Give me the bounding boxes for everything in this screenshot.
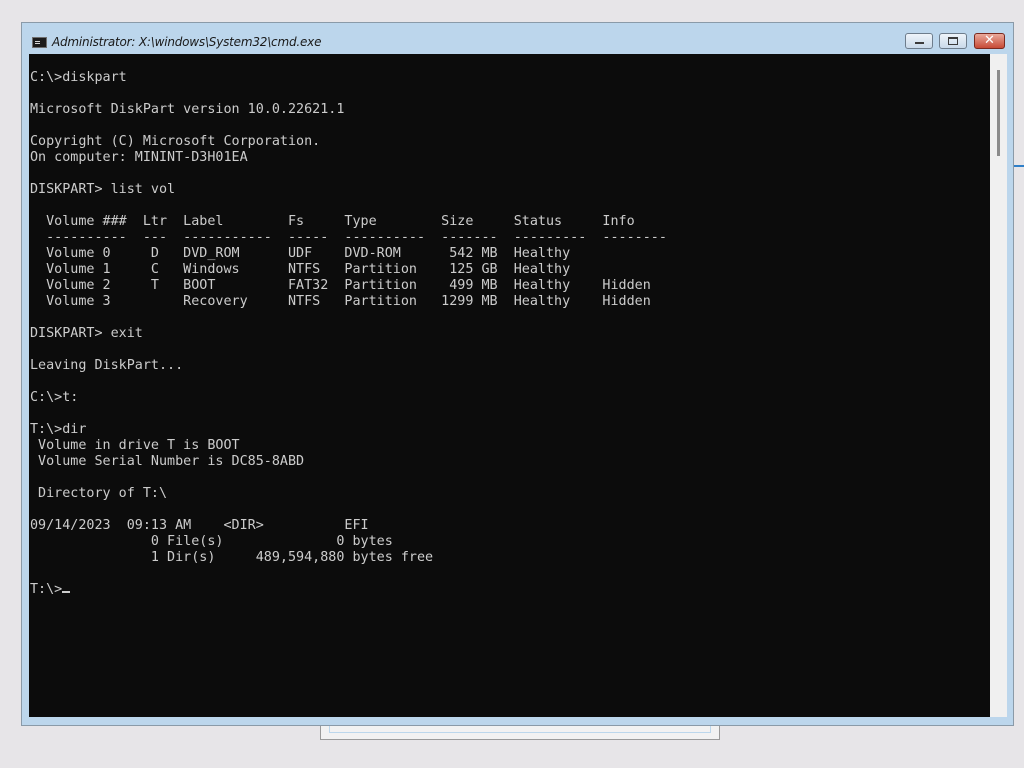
cmd-window: Administrator: X:\windows\System32\cmd.e… [21, 22, 1014, 726]
minimize-button[interactable] [905, 33, 933, 49]
console-line: Leaving DiskPart... [30, 358, 184, 373]
console-line: C:\>t: [30, 390, 79, 405]
console-line: On computer: MININT-D3H01EA [30, 150, 248, 165]
console-line: Volume in drive T is BOOT [30, 438, 240, 453]
title-bar[interactable]: Administrator: X:\windows\System32\cmd.e… [22, 23, 1013, 54]
console-line: Copyright (C) Microsoft Corporation. [30, 134, 321, 149]
console-icon[interactable] [32, 37, 47, 48]
console-line: 1 Dir(s) 489,594,880 bytes free [30, 550, 434, 565]
console-area[interactable]: C:\>diskpart Microsoft DiskPart version … [29, 54, 990, 717]
background-edge [1014, 165, 1024, 167]
console-line: 0 File(s) 0 bytes [30, 534, 393, 549]
close-button[interactable]: ✕ [974, 33, 1005, 49]
console-line: Volume 1 C Windows NTFS Partition 125 GB… [30, 262, 571, 277]
console-line: Volume ### Ltr Label Fs Type Size Status… [30, 214, 635, 229]
maximize-icon [948, 37, 958, 45]
console-line: Volume 0 D DVD_ROM UDF DVD-ROM 542 MB He… [30, 246, 571, 261]
console-line: T:\>dir [30, 422, 87, 437]
minimize-icon [915, 42, 924, 44]
console-line: DISKPART> exit [30, 326, 143, 341]
scroll-thumb[interactable] [997, 70, 1000, 156]
console-line: C:\>diskpart [30, 70, 127, 85]
console-line: ---------- --- ----------- ----- -------… [30, 230, 667, 245]
maximize-button[interactable] [939, 33, 967, 49]
vertical-scrollbar[interactable] [990, 54, 1007, 717]
console-line: Volume 2 T BOOT FAT32 Partition 499 MB H… [30, 278, 651, 293]
console-prompt: T:\> [30, 582, 63, 597]
console-output: C:\>diskpart Microsoft DiskPart version … [30, 70, 667, 598]
console-line: Directory of T:\ [30, 486, 168, 501]
window-title: Administrator: X:\windows\System32\cmd.e… [52, 35, 322, 49]
console-line: DISKPART> list vol [30, 182, 176, 197]
text-cursor [62, 591, 71, 593]
console-lines: C:\>diskpart Microsoft DiskPart version … [30, 70, 667, 565]
console-line: Microsoft DiskPart version 10.0.22621.1 [30, 102, 345, 117]
console-line: Volume 3 Recovery NTFS Partition 1299 MB… [30, 294, 651, 309]
console-line: 09/14/2023 09:13 AM <DIR> EFI [30, 518, 369, 533]
console-line: Volume Serial Number is DC85-8ABD [30, 454, 305, 469]
close-icon: ✕ [984, 33, 995, 48]
